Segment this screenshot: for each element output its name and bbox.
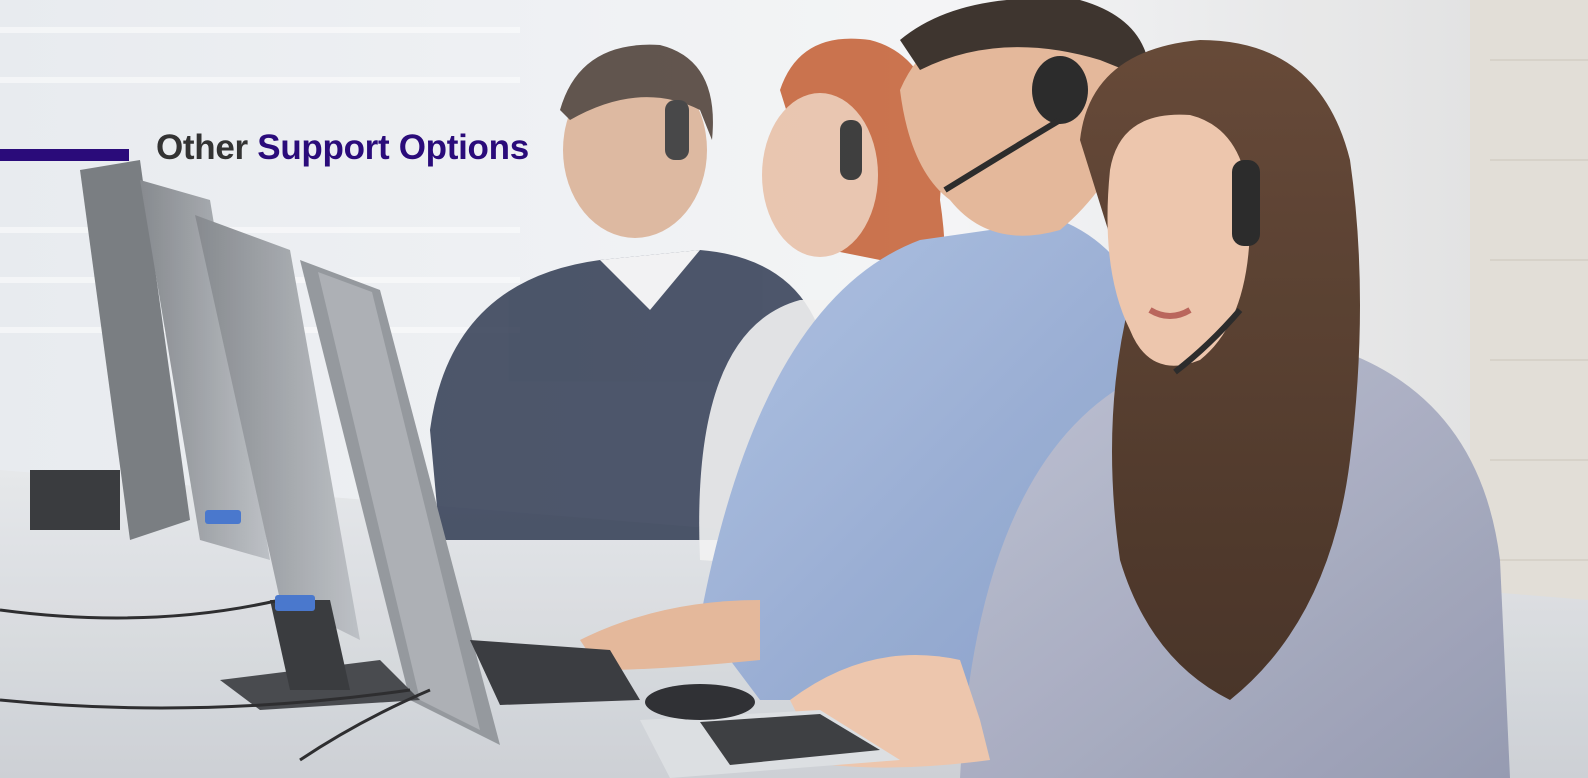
hero-photo: [0, 0, 1588, 778]
title-highlight: Support Options: [257, 128, 529, 167]
page-title: Other Support Options: [156, 128, 529, 168]
heading-accent-bar: [0, 149, 129, 161]
title-prefix: Other: [156, 128, 248, 167]
support-agents-illustration: [0, 0, 1588, 778]
section-heading: Other Support Options: [0, 128, 529, 168]
